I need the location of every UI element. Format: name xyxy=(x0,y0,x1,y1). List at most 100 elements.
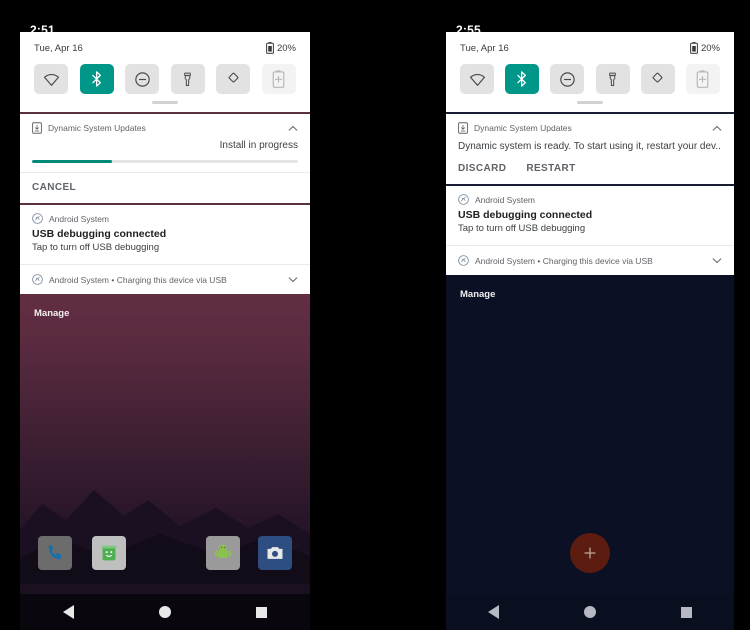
notification-shade-left: Tue, Apr 16 20% Dynamic System Updates I… xyxy=(20,32,310,321)
flashlight-icon xyxy=(609,72,616,86)
qs-battery-percent: 20% xyxy=(700,42,720,54)
notification-app-name: Android System xyxy=(475,194,535,205)
screenshot-stage: 2:51 Email Gallery xyxy=(0,0,750,630)
chevron-down-icon[interactable] xyxy=(712,257,722,264)
chevron-up-icon[interactable] xyxy=(712,125,722,132)
auto-rotate-tile[interactable] xyxy=(640,64,675,94)
wifi-icon xyxy=(43,73,59,86)
flashlight-tile[interactable] xyxy=(595,64,630,94)
wifi-tile[interactable] xyxy=(34,64,68,94)
flashlight-icon xyxy=(184,72,192,86)
chevron-up-icon[interactable] xyxy=(288,125,298,132)
auto-rotate-icon xyxy=(228,72,239,82)
wifi-icon xyxy=(469,73,485,86)
notification-status-text: Install in progress xyxy=(219,140,298,151)
back-nav-icon[interactable] xyxy=(62,605,74,619)
notification-charging[interactable]: Android System • Charging this device vi… xyxy=(446,246,734,276)
messaging-dock-icon[interactable] xyxy=(92,536,126,570)
qs-date: Tue, Apr 16 xyxy=(34,42,83,54)
home-dock xyxy=(20,536,310,570)
notification-header: Dynamic System Updates xyxy=(458,122,722,134)
notification-actions: DISCARD RESTART xyxy=(458,154,722,174)
add-fab[interactable] xyxy=(570,533,610,573)
drag-handle-icon[interactable] xyxy=(577,101,603,104)
battery-saver-tile[interactable] xyxy=(261,64,296,94)
quick-settings-tiles xyxy=(34,64,296,94)
notification-usb-debugging[interactable]: Android System USB debugging connected T… xyxy=(446,186,734,246)
notification-shade-right: Tue, Apr 16 20% Dynamic System Updates D… xyxy=(446,32,734,302)
phone-screen-right: 2:55 Tue, Apr 16 20% Dynamic System Upda… xyxy=(446,0,734,630)
bluetooth-tile[interactable] xyxy=(79,64,114,94)
notification-app-name: Android System xyxy=(49,213,109,224)
notification-dynamic-system-updates[interactable]: Dynamic System Updates Dynamic system is… xyxy=(446,114,734,184)
notification-body: Tap to turn off USB debugging xyxy=(458,223,586,235)
recents-nav-icon[interactable] xyxy=(256,606,268,618)
battery-saver-tile[interactable] xyxy=(685,64,720,94)
do-not-disturb-tile[interactable] xyxy=(550,64,585,94)
manage-row[interactable]: Manage xyxy=(446,275,734,302)
bluetooth-icon xyxy=(517,71,527,87)
install-progress-fill xyxy=(32,160,112,163)
notification-dynamic-system-updates[interactable]: Dynamic System Updates Install in progre… xyxy=(20,114,310,203)
chevron-down-icon[interactable] xyxy=(288,276,298,283)
quick-settings-header: Tue, Apr 16 20% xyxy=(460,42,720,54)
qs-battery-percent: 20% xyxy=(276,42,296,54)
camera-dock-icon[interactable] xyxy=(258,536,292,570)
bluetooth-icon xyxy=(91,71,101,87)
battery-saver-icon xyxy=(697,70,709,88)
notification-actions: CANCEL xyxy=(32,173,298,193)
recents-nav-icon[interactable] xyxy=(680,606,692,618)
manage-label: Manage xyxy=(34,308,70,320)
manage-row[interactable]: Manage xyxy=(20,294,310,321)
notification-header: Android System xyxy=(458,194,722,205)
cancel-button[interactable]: CANCEL xyxy=(32,182,76,193)
drag-handle-icon[interactable] xyxy=(152,101,178,104)
do-not-disturb-tile[interactable] xyxy=(125,64,160,94)
auto-rotate-tile[interactable] xyxy=(216,64,251,94)
quick-settings-tiles xyxy=(460,64,720,94)
notification-charging-text: Android System • Charging this device vi… xyxy=(475,255,653,266)
battery-icon xyxy=(690,42,698,54)
navigation-bar xyxy=(446,594,734,630)
home-nav-icon[interactable] xyxy=(583,606,596,618)
notification-app-name: Dynamic System Updates xyxy=(48,123,146,133)
battery-saver-icon xyxy=(273,70,285,88)
plus-icon xyxy=(584,547,596,559)
notification-usb-debugging[interactable]: Android System USB debugging connected T… xyxy=(20,205,310,265)
notification-title: USB debugging connected xyxy=(32,228,167,240)
do-not-disturb-icon xyxy=(134,71,150,87)
notification-header: Dynamic System Updates xyxy=(32,122,298,134)
quick-settings-panel: Tue, Apr 16 20% xyxy=(20,32,310,112)
manage-label: Manage xyxy=(460,289,496,301)
battery-icon xyxy=(266,42,274,54)
system-update-icon xyxy=(32,122,42,134)
quick-settings-panel: Tue, Apr 16 20% xyxy=(446,32,734,112)
flashlight-tile[interactable] xyxy=(170,64,205,94)
restart-button[interactable]: RESTART xyxy=(526,163,575,174)
android-system-icon xyxy=(458,194,469,205)
quick-settings-header: Tue, Apr 16 20% xyxy=(34,42,296,54)
auto-rotate-icon xyxy=(652,72,663,82)
system-update-icon xyxy=(458,122,468,134)
android-system-icon xyxy=(32,213,43,224)
notification-charging[interactable]: Android System • Charging this device vi… xyxy=(20,265,310,295)
qs-date: Tue, Apr 16 xyxy=(460,42,509,54)
phone-dock-icon[interactable] xyxy=(38,536,72,570)
bluetooth-tile[interactable] xyxy=(505,64,540,94)
back-nav-icon[interactable] xyxy=(488,605,500,619)
settings-dock-icon[interactable] xyxy=(206,536,240,570)
notification-title: USB debugging connected xyxy=(458,209,593,221)
navigation-bar xyxy=(20,594,310,630)
notification-app-name: Dynamic System Updates xyxy=(474,123,572,133)
notification-body: Tap to turn off USB debugging xyxy=(32,242,160,254)
wifi-tile[interactable] xyxy=(460,64,494,94)
android-system-icon xyxy=(32,274,43,286)
discard-button[interactable]: DISCARD xyxy=(458,163,506,174)
notification-body: Dynamic system is ready. To start using … xyxy=(458,141,721,152)
home-nav-icon[interactable] xyxy=(158,606,171,618)
qs-battery-status: 20% xyxy=(266,42,296,54)
qs-battery-status: 20% xyxy=(690,42,720,54)
notification-charging-text: Android System • Charging this device vi… xyxy=(49,274,227,285)
install-progress-bar xyxy=(32,160,298,163)
notification-header: Android System xyxy=(32,213,298,224)
